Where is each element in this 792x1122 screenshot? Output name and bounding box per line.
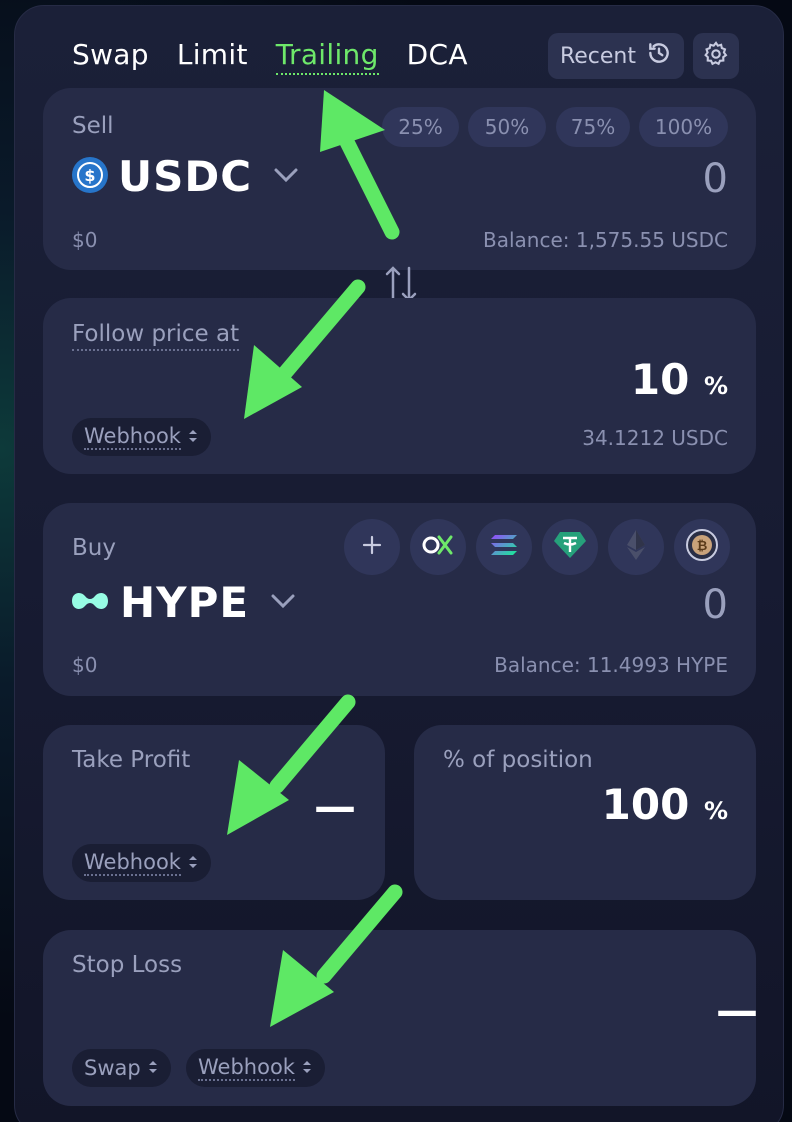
tab-dca[interactable]: DCA	[407, 38, 468, 75]
stop-loss-mode-label: Webhook	[198, 1055, 295, 1081]
percent-75-button[interactable]: 75%	[556, 107, 630, 147]
buy-token-name: HYPE	[120, 578, 250, 627]
order-type-tabs: Swap Limit Trailing DCA	[72, 38, 496, 75]
tab-trailing[interactable]: Trailing	[275, 38, 379, 75]
tab-limit[interactable]: Limit	[177, 38, 248, 75]
sort-icon	[187, 851, 199, 875]
recent-label: Recent	[559, 43, 637, 69]
recent-button[interactable]: Recent	[548, 33, 684, 79]
take-profit-label: Take Profit	[72, 747, 191, 773]
chevron-down-icon	[269, 591, 297, 615]
chevron-down-icon	[272, 165, 300, 189]
take-profit-mode-label: Webhook	[84, 850, 181, 876]
position-percent-value[interactable]: 100 %	[602, 780, 728, 829]
svg-text:₿: ₿	[697, 539, 708, 554]
take-profit-value[interactable]: —	[314, 782, 356, 831]
buy-label: Buy	[72, 535, 116, 561]
tether-icon	[553, 530, 587, 564]
hype-icon	[70, 587, 110, 619]
svg-text:$: $	[84, 166, 95, 185]
percent-50-button[interactable]: 50%	[468, 107, 546, 147]
percent-100-button[interactable]: 100%	[639, 107, 728, 147]
quick-token-eth[interactable]	[608, 519, 664, 575]
stop-loss-swap-label: Swap	[84, 1056, 141, 1080]
sell-token-selector[interactable]: $ USDC	[72, 152, 300, 201]
sell-label: Sell	[72, 113, 114, 139]
position-percent-number: 100	[601, 780, 690, 829]
sort-icon	[187, 425, 199, 449]
add-token-button[interactable]	[344, 519, 400, 575]
sell-token-name: USDC	[118, 152, 253, 201]
sort-icon	[147, 1056, 159, 1080]
buy-usd-value: $0	[72, 653, 98, 677]
quick-token-ox[interactable]	[410, 519, 466, 575]
ethereum-icon	[625, 529, 647, 565]
gear-icon	[702, 40, 730, 72]
bitcoin-icon: ₿	[685, 528, 719, 566]
usdc-icon: $	[72, 156, 108, 197]
follow-price-value[interactable]: 10 %	[631, 355, 728, 404]
follow-price-label: Follow price at	[72, 321, 240, 351]
follow-mode-label: Webhook	[84, 424, 181, 450]
buy-amount-input[interactable]: 0	[703, 582, 728, 628]
follow-mode-selector[interactable]: Webhook	[72, 418, 211, 456]
stop-loss-mode-selector[interactable]: Webhook	[186, 1049, 325, 1087]
solana-icon	[489, 533, 519, 561]
quick-token-btc[interactable]: ₿	[674, 519, 730, 575]
percent-25-button[interactable]: 25%	[382, 107, 459, 147]
quick-token-sol[interactable]	[476, 519, 532, 575]
plus-icon	[361, 534, 383, 560]
position-percent-unit: %	[703, 797, 728, 825]
follow-percent-number: 10	[630, 355, 690, 404]
take-profit-mode-selector[interactable]: Webhook	[72, 844, 211, 882]
stop-loss-label: Stop Loss	[72, 952, 183, 978]
follow-price-usdc: 34.1212 USDC	[582, 426, 728, 450]
sell-amount-input[interactable]: 0	[703, 156, 728, 202]
position-percent-label: % of position	[443, 747, 593, 773]
sell-balance: Balance: 1,575.55 USDC	[483, 228, 728, 252]
stop-loss-swap-selector[interactable]: Swap	[72, 1049, 171, 1087]
sell-usd-value: $0	[72, 228, 98, 252]
ox-icon	[421, 534, 455, 560]
follow-percent-unit: %	[703, 372, 728, 400]
buy-token-selector[interactable]: HYPE	[70, 578, 297, 627]
sort-icon	[301, 1056, 313, 1080]
history-icon	[646, 40, 672, 72]
settings-button[interactable]	[693, 33, 739, 79]
tab-swap[interactable]: Swap	[72, 38, 149, 75]
stop-loss-value[interactable]: —	[716, 986, 758, 1035]
buy-balance: Balance: 11.4993 HYPE	[494, 653, 728, 677]
quick-token-usdt[interactable]	[542, 519, 598, 575]
